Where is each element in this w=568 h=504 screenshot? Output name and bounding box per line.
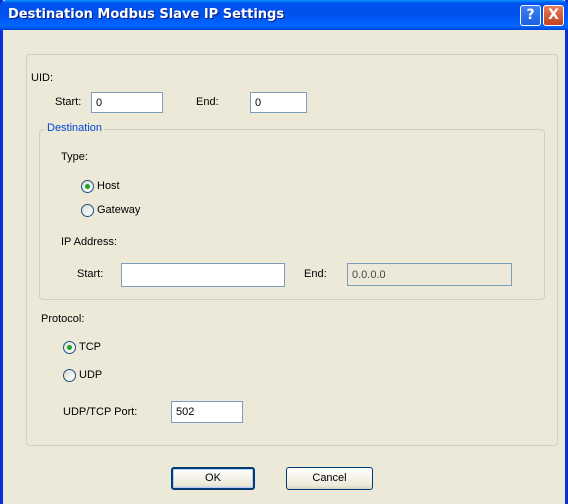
ip-address-label: IP Address:: [61, 236, 118, 248]
window-title: Destination Modbus Slave IP Settings: [8, 7, 285, 22]
help-button[interactable]: ?: [520, 5, 541, 26]
uid-start-input[interactable]: [91, 92, 163, 113]
ip-end-label: End:: [304, 268, 327, 280]
port-label: UDP/TCP Port:: [63, 406, 138, 418]
uid-end-label: End:: [196, 96, 219, 108]
gateway-radio[interactable]: [81, 204, 94, 217]
udp-label[interactable]: UDP: [79, 369, 102, 381]
uid-label: UID:: [31, 72, 53, 84]
radio-selected-dot: [85, 184, 90, 189]
protocol-label: Protocol:: [41, 313, 85, 325]
tcp-label[interactable]: TCP: [79, 341, 101, 353]
tcp-radio[interactable]: [63, 341, 76, 354]
close-button[interactable]: X: [543, 5, 564, 26]
dialog-window: Destination Modbus Slave IP Settings ? X…: [0, 0, 568, 504]
cancel-button[interactable]: Cancel: [286, 467, 373, 490]
gateway-label[interactable]: Gateway: [97, 204, 140, 216]
uid-start-label: Start:: [55, 96, 82, 108]
udp-radio[interactable]: [63, 369, 76, 382]
port-input[interactable]: [171, 401, 243, 423]
host-label[interactable]: Host: [97, 180, 120, 192]
ip-start-label: Start:: [77, 268, 104, 280]
uid-end-input[interactable]: [250, 92, 307, 113]
radio-selected-dot: [67, 345, 72, 350]
destination-legend: Destination: [45, 122, 105, 134]
ip-end-input: [347, 263, 512, 286]
title-bar[interactable]: Destination Modbus Slave IP Settings ? X: [0, 0, 568, 30]
host-radio[interactable]: [81, 180, 94, 193]
ip-start-input[interactable]: [121, 263, 285, 287]
ok-button[interactable]: OK: [171, 467, 255, 490]
type-label: Type:: [61, 151, 88, 163]
